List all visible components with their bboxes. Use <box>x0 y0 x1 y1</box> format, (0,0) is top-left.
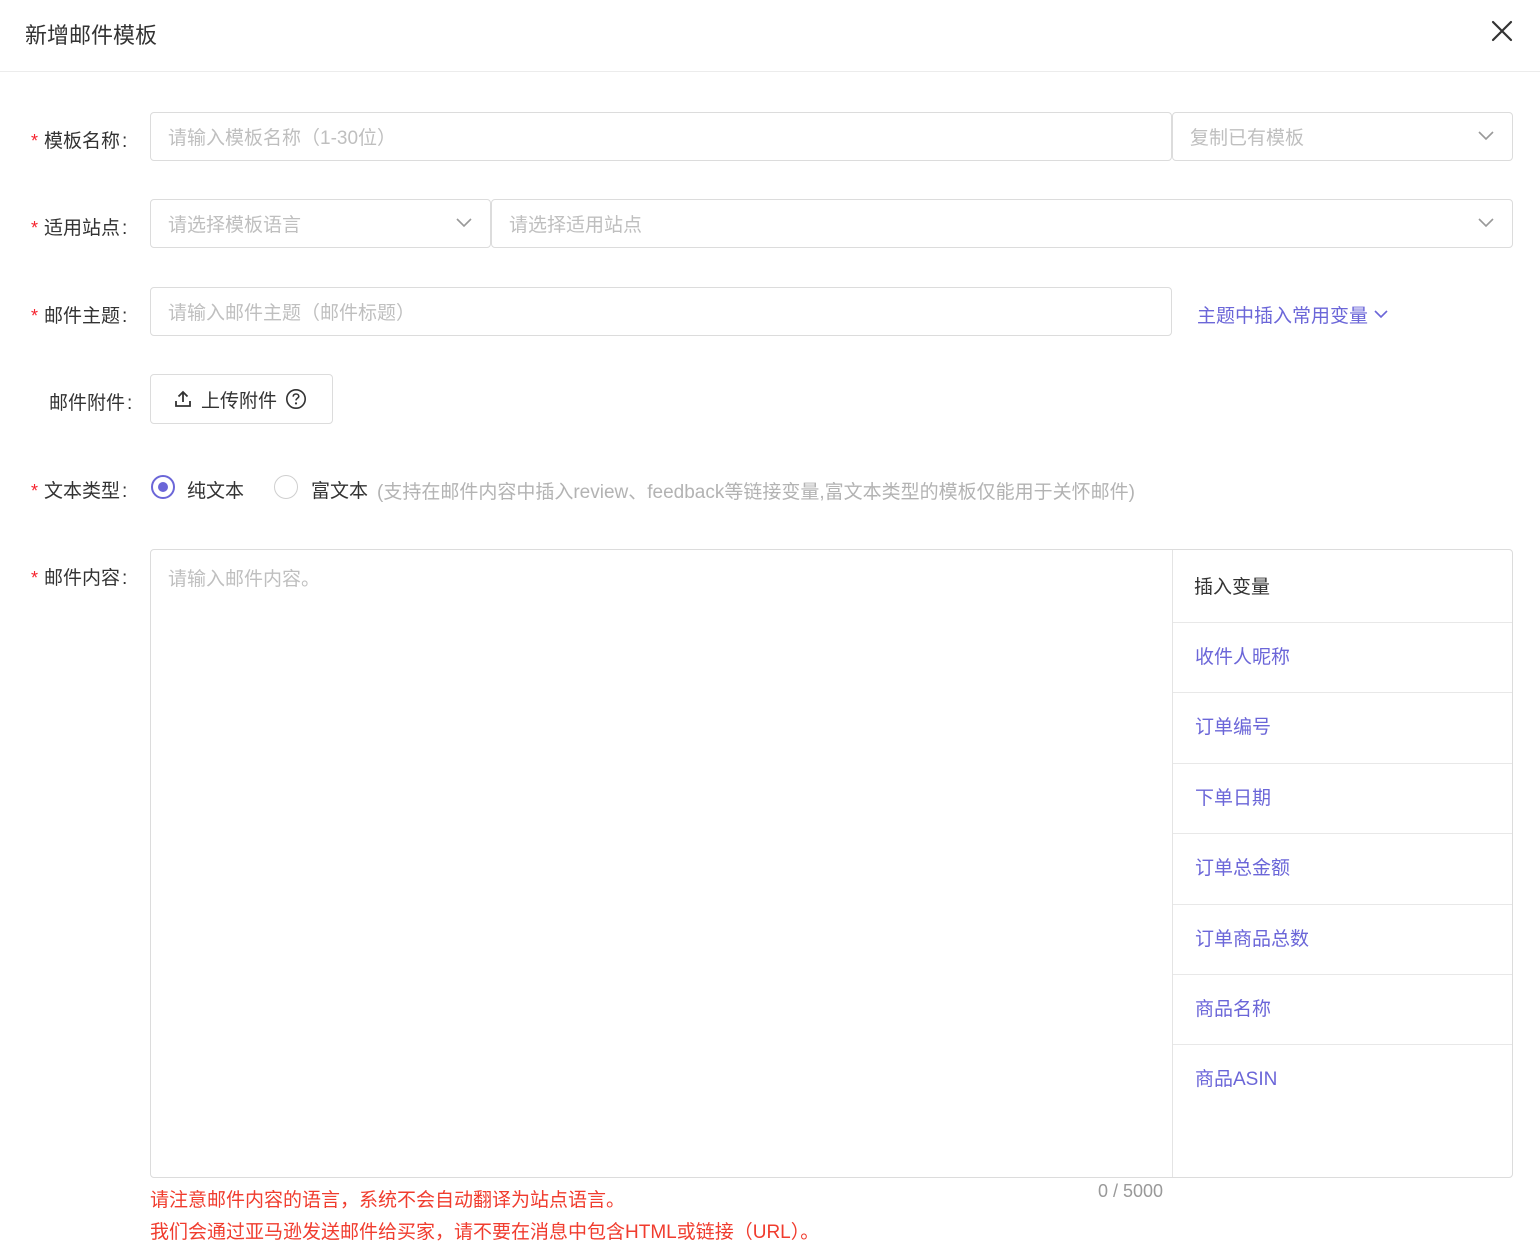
variable-panel: 插入变量 收件人昵称 订单编号 下单日期 订单总金额 订单商品总数 商品名称 商… <box>1173 550 1512 1177</box>
chevron-down-icon <box>1374 310 1388 319</box>
required-mark: * <box>31 306 39 326</box>
rich-text-radio[interactable] <box>274 475 298 499</box>
variable-item[interactable]: 商品名称 <box>1173 975 1512 1046</box>
plain-text-radio[interactable] <box>151 475 175 499</box>
required-mark: * <box>31 568 39 588</box>
variable-item[interactable]: 下单日期 <box>1173 764 1512 835</box>
variable-panel-title: 插入变量 <box>1173 550 1512 623</box>
rich-text-hint: (支持在邮件内容中插入review、feedback等链接变量,富文本类型的模板… <box>377 482 1135 503</box>
content-textarea[interactable]: 请输入邮件内容。 <box>151 550 1173 1177</box>
template-name-label: * 模板名称: <box>31 131 128 152</box>
close-icon[interactable] <box>1488 17 1516 45</box>
insert-subject-variable-link[interactable]: 主题中插入常用变量 <box>1197 301 1388 328</box>
required-mark: * <box>31 131 39 151</box>
plain-text-label[interactable]: 纯文本 <box>187 476 244 503</box>
variable-item[interactable]: 收件人昵称 <box>1173 623 1512 694</box>
required-mark: * <box>31 218 39 238</box>
language-warning: 请注意邮件内容的语言，系统不会自动翻译为站点语言。 <box>150 1190 626 1211</box>
subject-label: * 邮件主题: <box>31 306 128 327</box>
content-label: * 邮件内容: <box>31 568 128 589</box>
attachment-label: 邮件附件: <box>49 393 133 414</box>
template-language-select[interactable]: 请选择模板语言 <box>150 199 491 248</box>
variable-item[interactable]: 订单编号 <box>1173 693 1512 764</box>
rich-text-label[interactable]: 富文本 <box>311 476 368 503</box>
content-editor: 请输入邮件内容。 插入变量 收件人昵称 订单编号 下单日期 订单总金额 订单商品… <box>150 549 1513 1178</box>
dialog-title: 新增邮件模板 <box>25 23 158 48</box>
variable-item[interactable]: 商品ASIN <box>1173 1045 1512 1115</box>
required-mark: * <box>31 481 39 501</box>
site-label: * 适用站点: <box>31 218 128 239</box>
chevron-down-icon <box>456 217 472 227</box>
dialog-header: 新增邮件模板 <box>0 0 1540 72</box>
help-icon[interactable] <box>285 388 307 410</box>
char-counter: 0 / 5000 <box>1098 1181 1164 1201</box>
upload-icon <box>175 390 191 407</box>
subject-input[interactable]: 请输入邮件主题（邮件标题） <box>150 287 1172 336</box>
template-name-input[interactable]: 请输入模板名称（1-30位） <box>150 112 1172 161</box>
text-type-label: * 文本类型: <box>31 481 128 502</box>
site-select[interactable]: 请选择适用站点 <box>491 199 1513 248</box>
html-warning: 我们会通过亚马逊发送邮件给买家，请不要在消息中包含HTML或链接（URL）。 <box>150 1222 820 1243</box>
chevron-down-icon <box>1478 130 1494 140</box>
variable-item[interactable]: 订单商品总数 <box>1173 905 1512 975</box>
upload-attachment-button[interactable]: 上传附件 <box>150 374 333 424</box>
copy-template-select[interactable]: 复制已有模板 <box>1172 112 1513 161</box>
variable-item[interactable]: 订单总金额 <box>1173 834 1512 905</box>
chevron-down-icon <box>1478 217 1494 227</box>
